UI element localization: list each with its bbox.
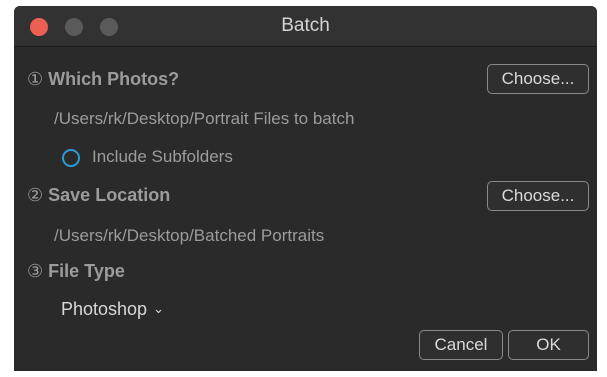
- ok-button[interactable]: OK: [508, 330, 589, 360]
- file-type-label: File Type: [48, 261, 125, 281]
- batch-dialog: Batch ① Which Photos? Choose... /Users/r…: [14, 6, 597, 371]
- file-type-selected: Photoshop: [61, 299, 148, 319]
- section-heading-which-photos: ① Which Photos?: [27, 69, 179, 90]
- step-number-2: ②: [27, 185, 44, 205]
- save-location-path: /Users/rk/Desktop/Batched Portraits: [54, 226, 325, 245]
- choose-photos-button[interactable]: Choose...: [487, 64, 589, 94]
- include-subfolders-radio[interactable]: [62, 149, 80, 167]
- step-number-1: ①: [27, 69, 44, 89]
- photos-path: /Users/rk/Desktop/Portrait Files to batc…: [54, 109, 355, 128]
- section-heading-save-location: ② Save Location: [27, 185, 170, 206]
- choose-save-location-button[interactable]: Choose...: [487, 181, 589, 211]
- which-photos-label: Which Photos?: [48, 69, 180, 89]
- window-title: Batch: [281, 15, 330, 36]
- chevron-down-icon: ⌄: [153, 301, 164, 316]
- section-heading-file-type: ③ File Type: [27, 261, 125, 282]
- step-number-3: ③: [27, 261, 44, 281]
- cancel-button[interactable]: Cancel: [419, 330, 503, 360]
- include-subfolders-label[interactable]: Include Subfolders: [92, 147, 233, 167]
- file-type-dropdown[interactable]: Photoshop ⌄: [61, 299, 164, 320]
- save-location-label: Save Location: [48, 185, 171, 205]
- title-bar[interactable]: Batch: [14, 6, 597, 47]
